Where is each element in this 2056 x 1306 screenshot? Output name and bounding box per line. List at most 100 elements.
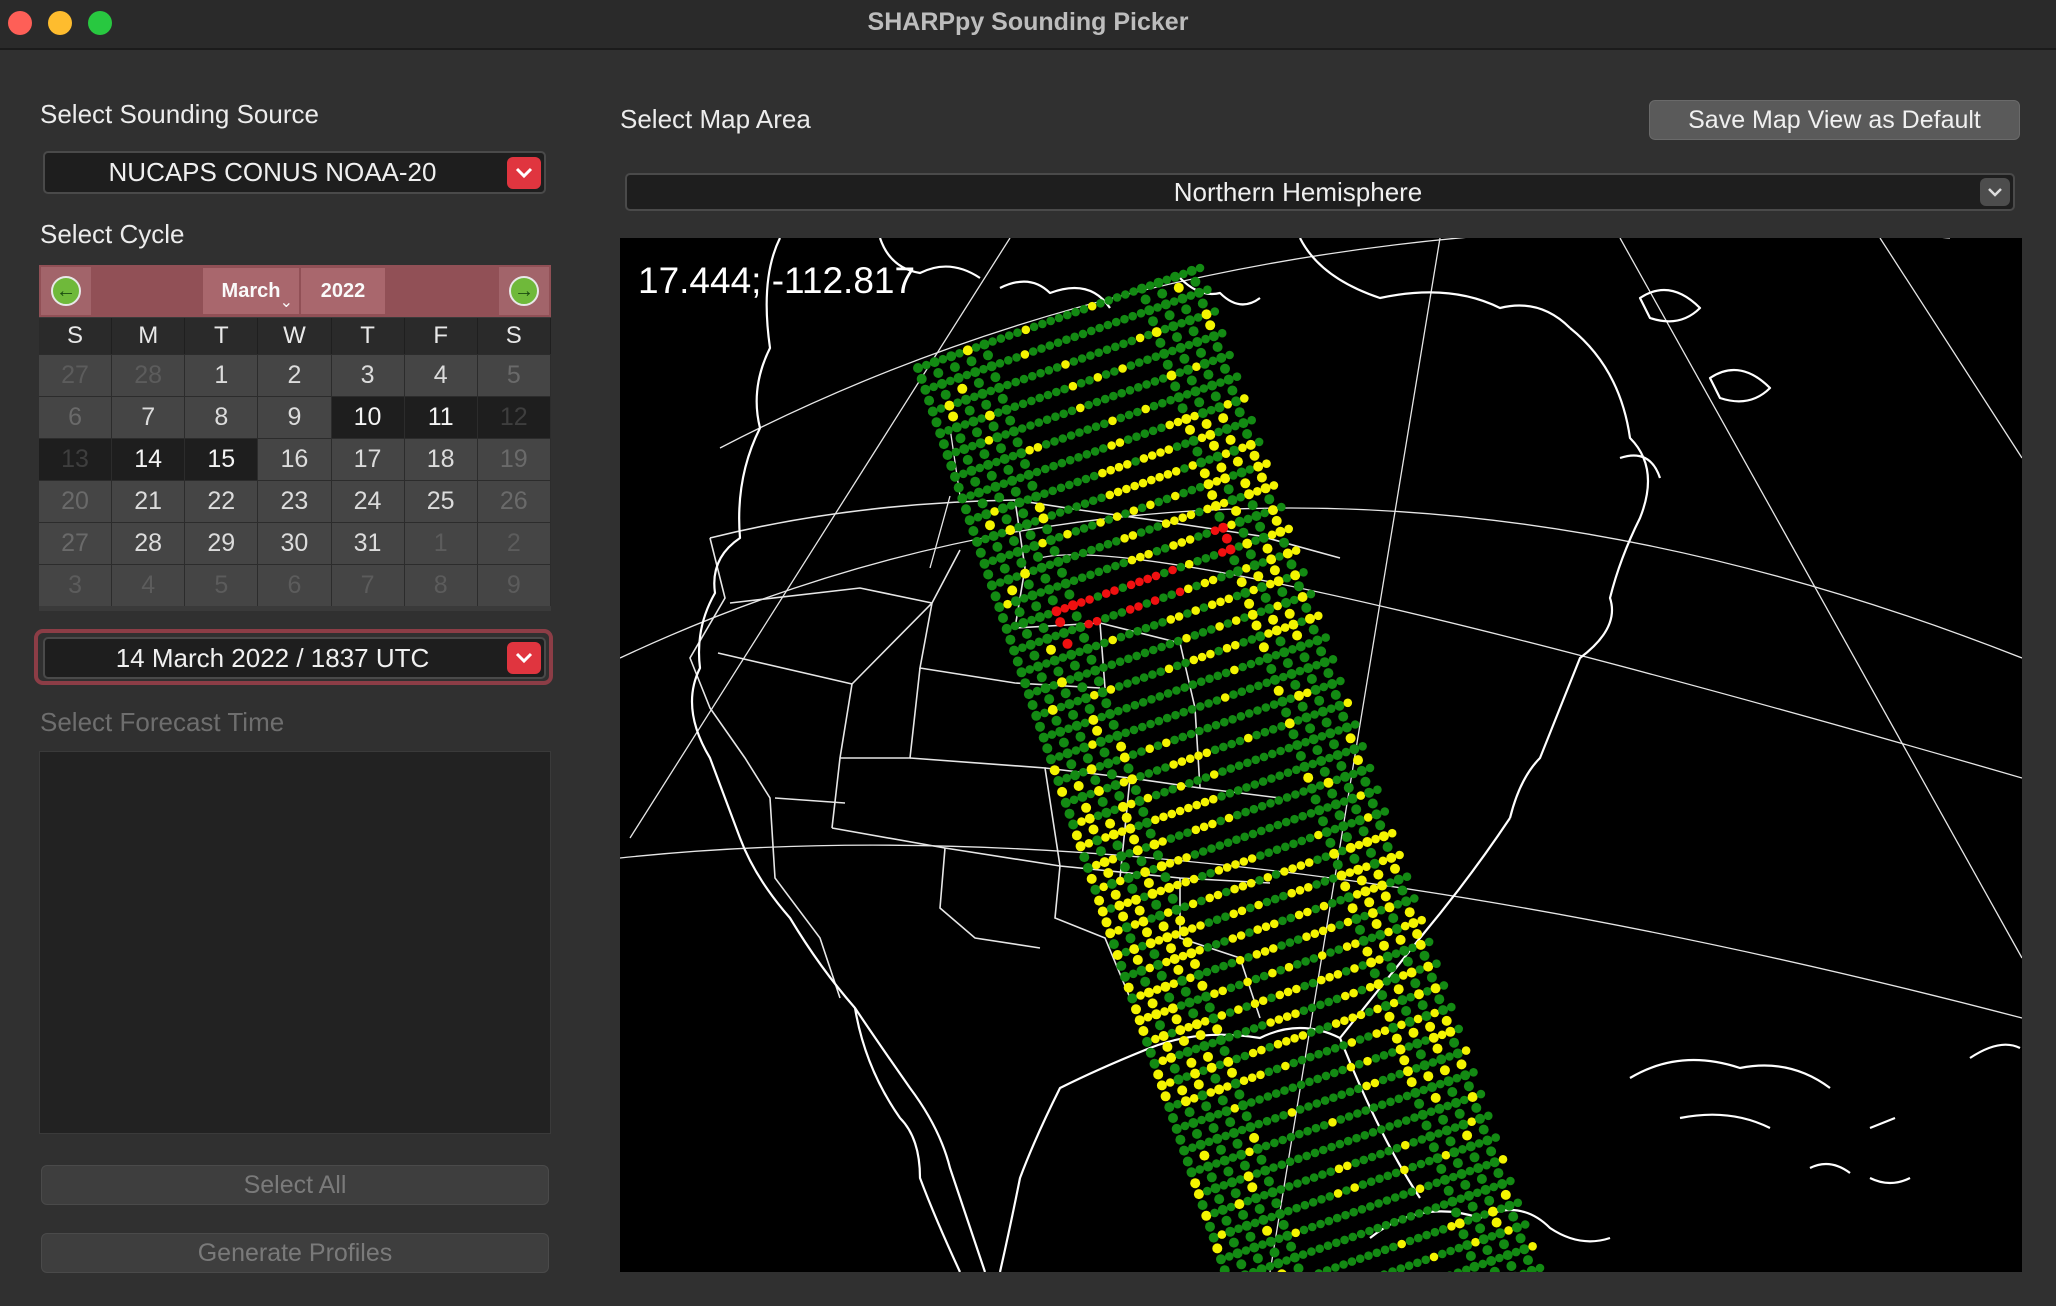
sounding-point[interactable] [1482, 1160, 1491, 1170]
sounding-point[interactable] [1165, 420, 1174, 430]
sounding-point[interactable] [1068, 381, 1078, 391]
sounding-point[interactable] [1073, 696, 1082, 706]
sounding-point[interactable] [1506, 1176, 1515, 1186]
sounding-point[interactable] [1188, 899, 1198, 909]
sounding-point[interactable] [1099, 882, 1108, 892]
sounding-point[interactable] [1057, 786, 1068, 797]
sounding-point[interactable] [1036, 368, 1045, 378]
sounding-point[interactable] [1371, 834, 1380, 844]
sounding-point[interactable] [1251, 536, 1260, 545]
sounding-point[interactable] [1328, 874, 1338, 883]
sounding-point[interactable] [1382, 1196, 1392, 1205]
sounding-point[interactable] [1187, 705, 1197, 714]
sounding-point[interactable] [1111, 342, 1120, 352]
sounding-point[interactable] [1065, 480, 1074, 490]
sounding-point[interactable] [1044, 694, 1055, 705]
sounding-point[interactable] [1193, 995, 1203, 1004]
sounding-point[interactable] [1082, 753, 1093, 764]
sounding-point[interactable] [1130, 481, 1139, 491]
calendar-prev-month-button[interactable]: ← [41, 267, 91, 315]
sounding-point[interactable] [959, 444, 970, 455]
sounding-point[interactable] [1096, 299, 1105, 308]
sounding-point[interactable] [1335, 1139, 1345, 1149]
sounding-point[interactable] [1173, 392, 1184, 403]
sounding-point[interactable] [1073, 671, 1084, 682]
sounding-point[interactable] [953, 482, 964, 493]
sounding-point[interactable] [1292, 1203, 1301, 1213]
sounding-point[interactable] [1225, 1226, 1236, 1237]
sounding-point[interactable] [1461, 1046, 1471, 1055]
sounding-point[interactable] [1186, 291, 1196, 300]
sounding-point[interactable] [1240, 478, 1251, 489]
calendar-day[interactable]: 16 [258, 438, 332, 480]
sounding-point[interactable] [1140, 892, 1149, 902]
sounding-point[interactable] [1377, 880, 1388, 891]
sounding-point[interactable] [1001, 404, 1012, 415]
sounding-point[interactable] [1478, 1234, 1489, 1245]
sounding-point[interactable] [1163, 908, 1173, 917]
sounding-point[interactable] [1347, 1257, 1357, 1266]
sounding-point[interactable] [1197, 896, 1206, 906]
sounding-point[interactable] [1329, 848, 1340, 859]
sounding-point[interactable] [1225, 350, 1234, 360]
sounding-point[interactable] [1238, 662, 1247, 672]
sounding-point[interactable] [1160, 787, 1169, 797]
sounding-point[interactable] [1210, 1073, 1221, 1084]
sounding-point[interactable] [1471, 1237, 1480, 1247]
nucaps-swath[interactable] [913, 263, 1545, 1273]
sounding-point[interactable] [1380, 1026, 1390, 1035]
sounding-point[interactable] [1112, 950, 1123, 960]
sounding-point[interactable] [1436, 1079, 1445, 1089]
sounding-point[interactable] [946, 376, 955, 386]
sounding-point[interactable] [1123, 873, 1134, 883]
sounding-point[interactable] [1264, 629, 1273, 638]
sounding-point[interactable] [1182, 937, 1193, 948]
sounding-point[interactable] [1353, 864, 1364, 875]
sounding-point[interactable] [1119, 558, 1128, 568]
sounding-point[interactable] [1082, 669, 1092, 678]
sounding-point[interactable] [1121, 509, 1130, 518]
sounding-point[interactable] [1146, 500, 1155, 510]
sounding-point[interactable] [1260, 483, 1271, 494]
sounding-point[interactable] [1240, 587, 1251, 598]
sounding-point[interactable] [1119, 752, 1130, 763]
sounding-point[interactable] [1282, 1256, 1291, 1265]
sounding-point[interactable] [1308, 624, 1319, 635]
sounding-point[interactable] [1147, 998, 1158, 1009]
sounding-point[interactable] [966, 491, 975, 500]
sounding-point[interactable] [1463, 1216, 1473, 1225]
sounding-point[interactable] [1198, 871, 1207, 881]
sounding-point[interactable] [1332, 1213, 1342, 1223]
sounding-point[interactable] [1266, 799, 1275, 808]
sounding-point[interactable] [1318, 816, 1328, 827]
sounding-point[interactable] [1462, 1265, 1471, 1273]
sounding-point[interactable] [1309, 954, 1319, 963]
sounding-point[interactable] [1047, 595, 1058, 606]
sounding-point[interactable] [1286, 669, 1297, 679]
sounding-point[interactable] [1049, 546, 1060, 556]
sounding-point[interactable] [1312, 745, 1323, 756]
sounding-point[interactable] [1033, 551, 1043, 562]
sounding-point[interactable] [1008, 426, 1019, 437]
sounding-point[interactable] [1227, 1067, 1237, 1078]
sounding-point[interactable] [1343, 1136, 1353, 1146]
source-dropdown[interactable]: NUCAPS CONUS NOAA-20 [43, 151, 546, 194]
sounding-point[interactable] [1458, 1229, 1469, 1240]
sounding-point[interactable] [1356, 875, 1367, 886]
sounding-point[interactable] [1151, 571, 1161, 581]
sounding-point[interactable] [1022, 628, 1032, 639]
sounding-point[interactable] [1237, 687, 1247, 696]
sounding-point[interactable] [1223, 619, 1233, 628]
sounding-point[interactable] [1219, 742, 1228, 752]
sounding-point[interactable] [1167, 590, 1176, 599]
sounding-point[interactable] [1169, 1063, 1180, 1074]
sounding-point[interactable] [1336, 1115, 1346, 1124]
sounding-point[interactable] [1173, 636, 1183, 646]
sounding-point[interactable] [1111, 561, 1120, 571]
sounding-point[interactable] [1027, 396, 1036, 406]
generate-profiles-button[interactable]: Generate Profiles [41, 1233, 549, 1273]
sounding-point[interactable] [1388, 913, 1399, 924]
calendar-day[interactable]: 4 [404, 354, 478, 396]
sounding-point[interactable] [1239, 857, 1249, 866]
sounding-point[interactable] [1348, 1013, 1357, 1022]
